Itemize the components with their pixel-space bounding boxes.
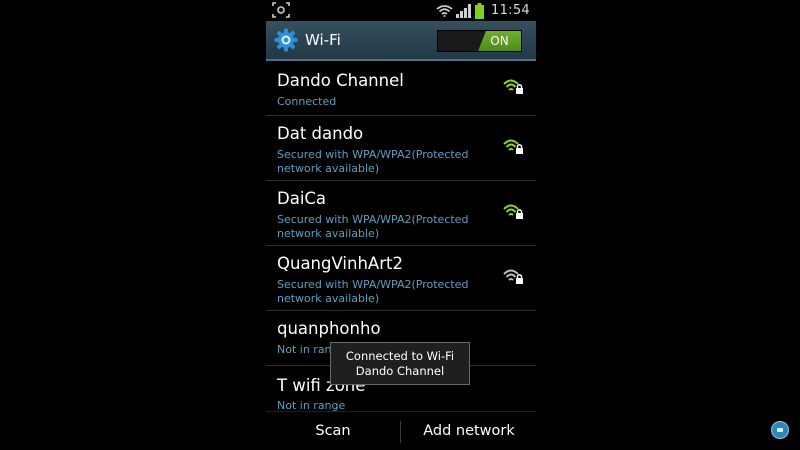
network-status: Secured with WPA/WPA2(Protected network … bbox=[277, 148, 469, 175]
add-network-button[interactable]: Add network bbox=[402, 412, 536, 450]
network-status: Secured with WPA/WPA2(Protected network … bbox=[277, 213, 469, 240]
page-title: Wi-Fi bbox=[305, 31, 341, 49]
wifi-status-icon bbox=[436, 5, 453, 17]
toggle-on-label: ON bbox=[478, 31, 521, 51]
wifi-locked-icon bbox=[503, 139, 523, 154]
toast-line-1: Connected to Wi-Fi bbox=[345, 349, 455, 363]
status-time: 11:54 bbox=[491, 3, 530, 18]
status-icons: 11:54 bbox=[433, 1, 530, 20]
connection-toast: Connected to Wi-Fi Dando Channel bbox=[330, 342, 470, 385]
network-name: Dat dando bbox=[277, 124, 364, 143]
network-status: Secured with WPA/WPA2(Protected network … bbox=[277, 278, 469, 305]
watermark-core bbox=[777, 428, 783, 432]
scan-button[interactable]: Scan bbox=[266, 412, 400, 450]
signal-icon bbox=[456, 3, 472, 18]
bottom-action-bar: Scan Add network bbox=[266, 411, 536, 450]
toast-line-2: Dando Channel bbox=[355, 364, 445, 378]
network-name: Dando Channel bbox=[277, 71, 404, 90]
wifi-toggle[interactable]: ON bbox=[437, 30, 522, 52]
button-divider bbox=[400, 421, 401, 443]
status-bar: 11:54 bbox=[266, 0, 536, 21]
screenshot-icon bbox=[272, 2, 290, 18]
watermark-logo-icon bbox=[771, 421, 789, 439]
gear-icon bbox=[274, 28, 298, 52]
network-name: QuangVinhArt2 bbox=[277, 254, 403, 273]
battery-icon bbox=[475, 2, 485, 19]
wifi-header: Wi-Fi ON bbox=[266, 21, 536, 61]
network-name: quanphonho bbox=[277, 319, 381, 338]
network-item-quangvinhart2[interactable]: QuangVinhArt2 Secured with WPA/WPA2(Prot… bbox=[266, 246, 536, 311]
network-item-daica[interactable]: DaiCa Secured with WPA/WPA2(Protected ne… bbox=[266, 181, 536, 246]
network-name: DaiCa bbox=[277, 189, 327, 208]
network-item-dando-channel[interactable]: Dando Channel Connected bbox=[266, 61, 536, 116]
wifi-locked-icon bbox=[503, 269, 523, 284]
phone-screen: 11:54 Wi-Fi ON Dando Channel Connected D… bbox=[266, 0, 536, 450]
wifi-locked-icon bbox=[503, 204, 523, 219]
wifi-locked-icon bbox=[503, 79, 523, 94]
network-item-dat-dando[interactable]: Dat dando Secured with WPA/WPA2(Protecte… bbox=[266, 116, 536, 181]
network-status: Connected bbox=[277, 95, 337, 108]
